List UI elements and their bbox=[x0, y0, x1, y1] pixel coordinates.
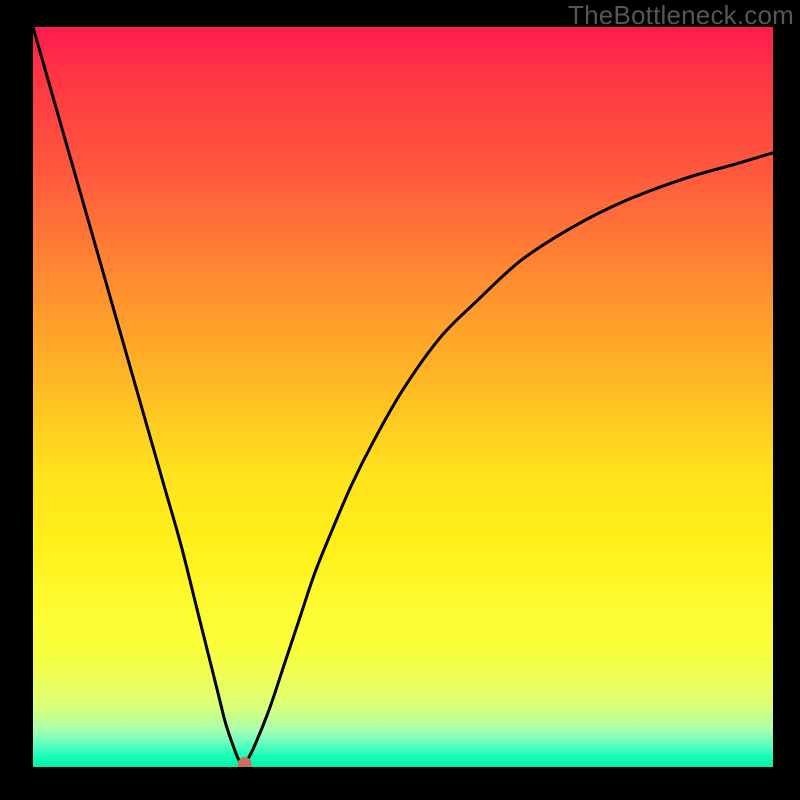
optimum-marker bbox=[238, 758, 251, 767]
bottleneck-curve bbox=[33, 27, 773, 764]
curve-svg bbox=[33, 27, 773, 767]
plot-area bbox=[33, 27, 773, 767]
chart-frame: TheBottleneck.com bbox=[0, 0, 800, 800]
watermark-text: TheBottleneck.com bbox=[568, 0, 794, 31]
